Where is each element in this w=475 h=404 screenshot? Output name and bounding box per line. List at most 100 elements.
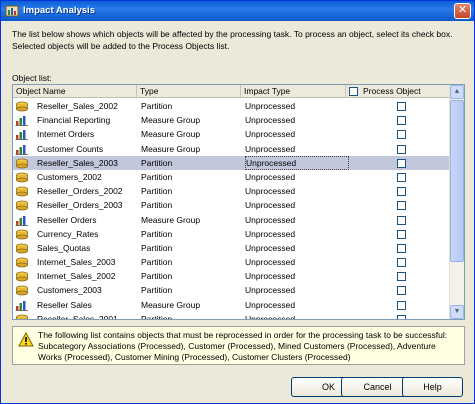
- object-name-cell: Reseller_Orders_2003: [37, 200, 123, 211]
- process-object-checkbox[interactable]: [397, 172, 406, 182]
- process-object-checkbox[interactable]: [397, 229, 406, 239]
- object-list[interactable]: Object Name Type Impact Type Process Obj…: [12, 84, 465, 320]
- type-cell: Measure Group: [141, 129, 201, 140]
- type-cell: Measure Group: [141, 115, 201, 126]
- impact-type-cell: Unprocessed: [245, 171, 296, 182]
- select-all-checkbox[interactable]: [349, 87, 358, 96]
- process-object-checkbox[interactable]: [397, 258, 406, 268]
- type-cell: Partition: [141, 171, 173, 182]
- column-header-type[interactable]: Type: [137, 85, 241, 98]
- partition-icon: [15, 285, 29, 296]
- partition-icon: [15, 271, 29, 282]
- partition-icon: [15, 172, 29, 183]
- type-cell: Partition: [141, 200, 173, 211]
- process-object-checkbox[interactable]: [397, 144, 406, 154]
- process-object-checkbox[interactable]: [397, 130, 406, 140]
- object-name-cell: Reseller Orders: [37, 214, 97, 225]
- process-object-checkbox[interactable]: [397, 116, 406, 126]
- partition-icon: [15, 314, 29, 319]
- list-row[interactable]: Internet_Sales_2003 Partition Unprocessed: [13, 255, 450, 269]
- scroll-up-button[interactable]: ▲: [450, 85, 464, 99]
- type-cell: Partition: [141, 186, 173, 197]
- process-object-checkbox[interactable]: [397, 300, 406, 310]
- impact-type-cell: Unprocessed: [245, 271, 296, 282]
- list-row[interactable]: Reseller Sales Measure Group Unprocessed: [13, 298, 450, 312]
- object-name-cell: Customers_2002: [37, 171, 102, 182]
- impact-type-cell: Unprocessed: [245, 143, 296, 154]
- close-button[interactable]: ✕: [454, 3, 471, 19]
- process-object-checkbox[interactable]: [397, 187, 406, 197]
- title-bar[interactable]: Impact Analysis ✕: [1, 1, 474, 21]
- list-row[interactable]: Customers_2002 Partition Unprocessed: [13, 170, 450, 184]
- list-row[interactable]: Currency_Rates Partition Unprocessed: [13, 227, 450, 241]
- impact-type-cell: Unprocessed: [245, 299, 296, 310]
- impact-type-cell: Unprocessed: [245, 214, 296, 225]
- measure-group-icon: [15, 144, 29, 155]
- list-row[interactable]: Reseller Orders Measure Group Unprocessed: [13, 213, 450, 227]
- list-row[interactable]: Financial Reporting Measure Group Unproces…: [13, 113, 450, 127]
- object-name-cell: Customers_2003: [37, 285, 102, 296]
- type-cell: Measure Group: [141, 214, 201, 225]
- list-row[interactable]: Customers_2003 Partition Unprocessed: [13, 283, 450, 297]
- process-object-checkbox[interactable]: [397, 102, 406, 111]
- measure-group-icon: [15, 300, 29, 311]
- impact-type-cell: Unprocessed: [245, 242, 296, 253]
- impact-type-cell: Unprocessed: [245, 101, 296, 111]
- warning-icon: [18, 332, 34, 347]
- type-cell: Partition: [141, 271, 173, 282]
- impact-analysis-dialog: Impact Analysis ✕ The list below shows w…: [0, 0, 475, 404]
- list-row[interactable]: Internet Orders Measure Group Unprocessed: [13, 127, 450, 141]
- process-object-checkbox[interactable]: [397, 215, 406, 225]
- process-object-checkbox[interactable]: [397, 243, 406, 253]
- list-row[interactable]: Reseller_Orders_2003 Partition Unprocessed: [13, 198, 450, 212]
- column-header-process-object[interactable]: Process Object: [346, 85, 450, 98]
- impact-type-cell: Unprocessed: [245, 186, 296, 197]
- partition-icon: [15, 101, 29, 112]
- object-name-cell: Internet Orders: [37, 129, 95, 140]
- list-row[interactable]: Reseller_Orders_2002 Partition Unprocessed: [13, 184, 450, 198]
- list-row[interactable]: Internet_Sales_2002 Partition Unprocessed: [13, 269, 450, 283]
- measure-group-icon: [15, 129, 29, 141]
- impact-type-cell: Unprocessed: [245, 115, 296, 126]
- process-object-checkbox[interactable]: [397, 158, 406, 168]
- process-object-header-label: Process Object: [363, 86, 421, 96]
- list-rows: Reseller_Sales_2002 Partition Unprocessed F…: [13, 99, 450, 320]
- object-name-cell: Reseller_Sales_2001: [37, 313, 118, 320]
- process-object-checkbox[interactable]: [397, 201, 406, 211]
- object-name-cell: Reseller_Orders_2002: [37, 186, 123, 197]
- object-name-cell: Financial Reporting: [37, 115, 111, 126]
- help-button[interactable]: Help: [402, 377, 463, 397]
- list-row[interactable]: Reseller_Sales_2002 Partition Unprocessed: [13, 99, 450, 113]
- process-object-checkbox[interactable]: [397, 272, 406, 282]
- window-title: Impact Analysis: [23, 5, 95, 16]
- type-cell: Partition: [141, 257, 173, 268]
- object-name-cell: Sales_Quotas: [37, 242, 91, 253]
- type-cell: Partition: [141, 242, 173, 253]
- list-header: Object Name Type Impact Type Process Obj…: [13, 85, 450, 98]
- list-row[interactable]: Customer Counts Measure Group Unprocessed: [13, 142, 450, 156]
- scroll-thumb[interactable]: [450, 100, 464, 262]
- type-cell: Partition: [141, 101, 173, 111]
- reprocess-warning-box: The following list contains objects that…: [12, 326, 465, 365]
- partition-icon: [15, 257, 29, 268]
- partition-icon: [15, 186, 29, 197]
- partition-icon: [15, 229, 29, 240]
- vertical-scrollbar[interactable]: ▲ ▼: [449, 85, 464, 319]
- analysis-services-icon: [5, 5, 19, 17]
- description-text: The list below shows which objects will …: [12, 29, 453, 51]
- impact-type-cell: Unprocessed: [245, 200, 296, 211]
- warning-text: The following list contains objects that…: [38, 330, 448, 362]
- column-header-impact-type[interactable]: Impact Type: [241, 85, 346, 98]
- type-cell: Partition: [141, 285, 173, 296]
- measure-group-icon: [15, 215, 29, 226]
- impact-type-cell: Unprocessed: [245, 313, 296, 320]
- scroll-down-button[interactable]: ▼: [450, 305, 464, 319]
- process-object-checkbox[interactable]: [397, 286, 406, 296]
- impact-type-cell: Unprocessed: [245, 285, 296, 296]
- list-row[interactable]: Sales_Quotas Partition Unprocessed: [13, 241, 450, 255]
- object-list-label: Object list:: [12, 73, 52, 83]
- list-row[interactable]: Reseller_Sales_2003 Partition Unprocessed: [13, 155, 450, 170]
- list-row[interactable]: Reseller_Sales_2001 Partition Unprocessed: [13, 312, 450, 320]
- column-header-object-name[interactable]: Object Name: [13, 85, 137, 98]
- process-object-checkbox[interactable]: [397, 314, 406, 319]
